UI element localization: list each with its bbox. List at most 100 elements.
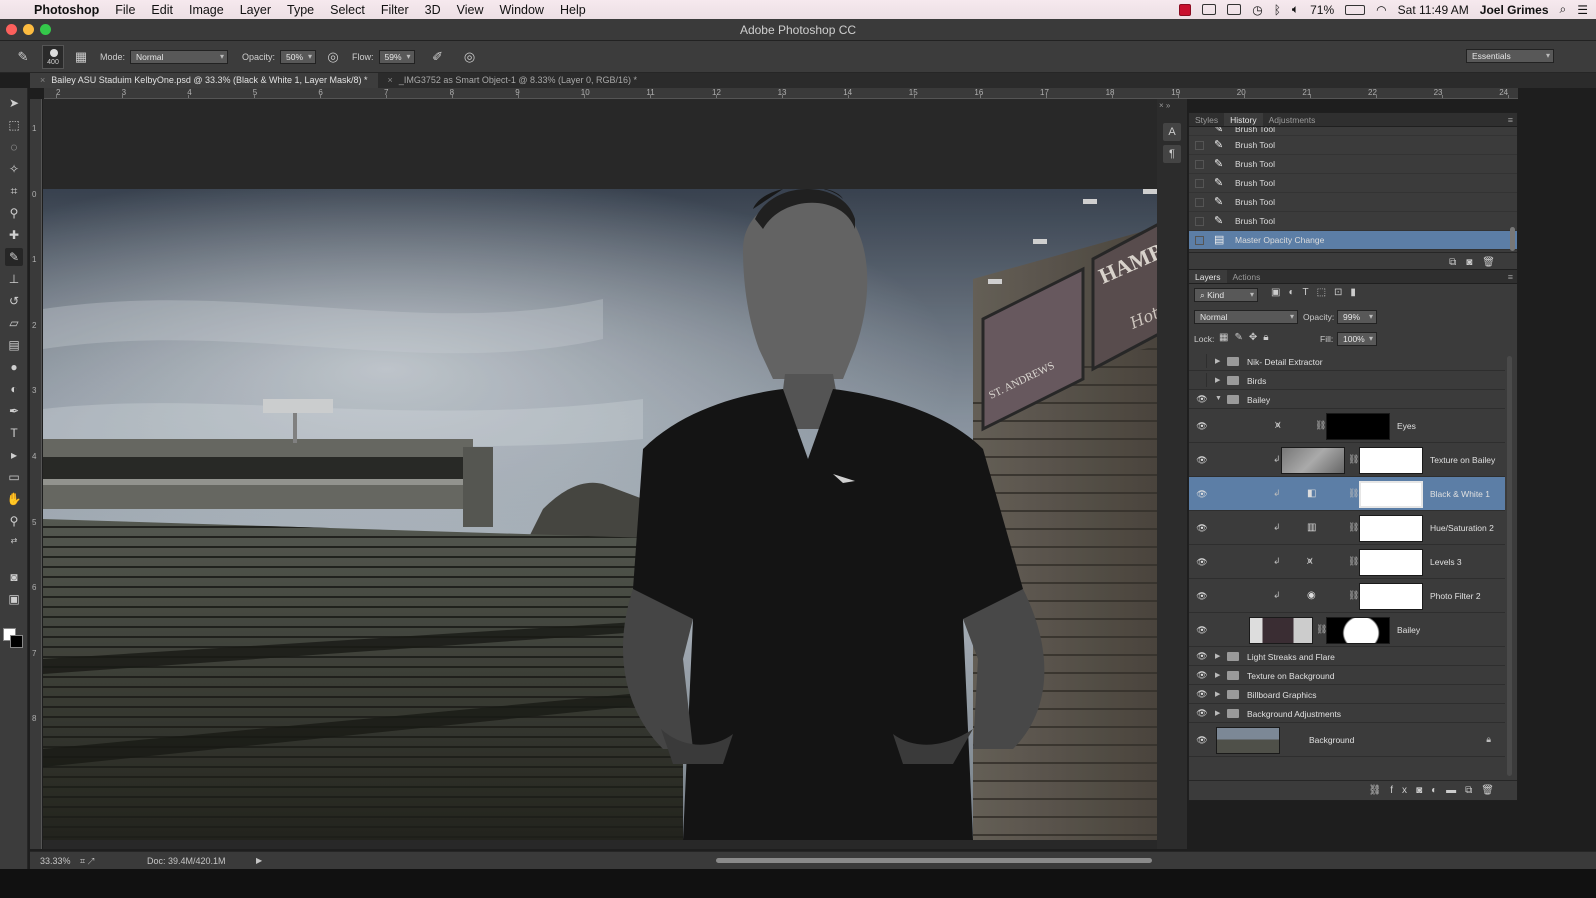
layer-style-icon[interactable]: fx [1390, 785, 1416, 796]
eye-icon[interactable]: 👁︎ [1195, 455, 1209, 466]
link-icon[interactable]: ⛓︎ [1348, 454, 1359, 465]
close-tab-icon[interactable]: × [40, 75, 45, 85]
link-icon[interactable]: ⛓︎ [1348, 488, 1359, 499]
menu-type[interactable]: Type [279, 3, 322, 17]
menu-app[interactable]: Photoshop [34, 3, 107, 17]
user-name[interactable]: Joel Grimes [1480, 3, 1549, 17]
brush-preset-picker[interactable]: 400 [42, 44, 64, 69]
background-color-swatch[interactable] [10, 635, 23, 648]
layer-mask-thumbnail[interactable] [1359, 583, 1423, 610]
paragraph-panel-icon[interactable]: ¶ [1163, 145, 1181, 163]
visibility-toggle-off[interactable] [1193, 354, 1207, 368]
minimize-window-button[interactable] [23, 24, 34, 35]
brush-tool-preset-icon[interactable]: ✎ [14, 48, 32, 66]
layer-thumbnail[interactable] [1216, 727, 1280, 754]
eye-icon[interactable]: 👁︎ [1195, 651, 1209, 662]
opacity-field[interactable]: 50% [280, 49, 317, 64]
layer-thumbnail[interactable] [1281, 447, 1345, 474]
eye-icon[interactable]: 👁︎ [1195, 523, 1209, 534]
tab-bailey-document[interactable]: × Bailey ASU Staduim KelbyOne.psd @ 33.3%… [30, 73, 378, 88]
lasso-tool-icon[interactable]: ◌ [5, 138, 23, 156]
path-selection-tool-icon[interactable]: ▸ [5, 446, 23, 464]
display-icon[interactable] [1202, 4, 1217, 15]
expand-arrow-icon[interactable]: ▶ [1215, 709, 1220, 717]
visibility-toggle-off[interactable] [1193, 373, 1207, 387]
layer-group-background-adjustments[interactable]: 👁︎ ▶ Background Adjustments [1189, 704, 1505, 723]
brush-tool-icon[interactable]: ✎ [5, 248, 23, 266]
close-window-button[interactable] [6, 24, 17, 35]
link-icon[interactable]: ⛓︎ [1348, 590, 1359, 601]
tab-styles[interactable]: Styles [1189, 113, 1224, 126]
new-layer-icon[interactable]: ⧉ [1465, 785, 1481, 796]
gradient-tool-icon[interactable]: ▤ [5, 336, 23, 354]
layer-mask-thumbnail[interactable] [1359, 549, 1423, 576]
quick-mask-icon[interactable]: ◙ [5, 568, 23, 586]
eye-icon[interactable]: 👁︎ [1195, 489, 1209, 500]
tab-adjustments[interactable]: Adjustments [1263, 113, 1322, 126]
brush-panel-toggle-icon[interactable]: ▦ [72, 48, 90, 66]
delete-layer-icon[interactable]: 🗑︎ [1481, 785, 1503, 796]
layer-bailey[interactable]: 👁︎ ⛓︎ Bailey [1189, 613, 1505, 647]
quick-selection-tool-icon[interactable]: ✧ [5, 160, 23, 178]
expand-arrow-icon[interactable]: ▶ [1215, 357, 1220, 365]
screen-mode-icon[interactable]: ▣ [5, 590, 23, 608]
delete-state-icon[interactable]: 🗑︎ [1482, 257, 1505, 268]
link-layers-icon[interactable]: ⛓︎ [1369, 785, 1391, 796]
tab-smart-object[interactable]: × _IMG3752 as Smart Object-1 @ 8.33% (Lay… [378, 73, 648, 88]
snapshot-checkbox[interactable] [1195, 141, 1204, 150]
layer-levels-3[interactable]: 👁︎ ↲ ⩙ ⛓︎ Levels 3 [1189, 545, 1505, 579]
layer-mask-thumbnail[interactable] [1359, 481, 1423, 508]
eye-icon[interactable]: 👁︎ [1195, 689, 1209, 700]
layer-mask-thumbnail[interactable] [1326, 413, 1390, 440]
document-canvas[interactable]: HAMB Hot & ST. ANDREWS [43, 189, 1187, 840]
notification-center-icon[interactable]: ☰ [1577, 3, 1588, 17]
fill-field[interactable]: 100% [1337, 332, 1377, 346]
horizontal-ruler[interactable]: 2 3 4 5 6 7 8 9 10 11 12 13 14 15 16 17 18 19 20 21 22 23 24 [44, 88, 1518, 99]
airbrush-icon[interactable]: ✐ [429, 48, 447, 66]
time-machine-icon[interactable]: ◷ [1252, 3, 1262, 17]
layer-photo-filter-2[interactable]: 👁︎ ↲ ◉ ⛓︎ Photo Filter 2 [1189, 579, 1505, 613]
layer-opacity-field[interactable]: 99% [1337, 310, 1377, 324]
eye-icon[interactable]: 👁︎ [1195, 708, 1209, 719]
layer-black-and-white-1[interactable]: 👁︎ ↲ ◧ ⛓︎ Black & White 1 [1189, 477, 1505, 511]
character-panel-icon[interactable]: A [1163, 123, 1181, 141]
collapse-dock-icon[interactable]: × » [1159, 101, 1170, 110]
layer-group-billboard-graphics[interactable]: 👁︎ ▶ Billboard Graphics [1189, 685, 1505, 704]
close-tab-icon[interactable]: × [388, 75, 393, 85]
battery-icon[interactable] [1345, 4, 1366, 15]
tab-layers[interactable]: Layers [1189, 270, 1227, 283]
bluetooth-icon[interactable]: ᛒ [1274, 3, 1281, 17]
layer-mask-thumbnail[interactable] [1326, 617, 1390, 644]
new-group-icon[interactable]: ▬ [1446, 785, 1465, 796]
eye-icon[interactable]: 👁︎ [1195, 625, 1209, 636]
layer-group-nik-detail-extractor[interactable]: ▶ Nik- Detail Extractor [1189, 352, 1505, 371]
status-icons[interactable]: ⌗ ↗ [80, 852, 95, 870]
lock-icons[interactable]: ▦✎✥🔒︎ [1219, 332, 1275, 343]
eye-icon[interactable]: 👁︎ [1195, 557, 1209, 568]
link-icon[interactable]: ⛓︎ [1348, 556, 1359, 567]
eraser-tool-icon[interactable]: ▱ [5, 314, 23, 332]
clock[interactable]: Sat 11:49 AM [1398, 3, 1469, 17]
menu-layer[interactable]: Layer [232, 3, 279, 17]
vertical-ruler[interactable]: 1 0 1 2 3 4 5 6 7 8 [30, 99, 42, 849]
tab-actions[interactable]: Actions [1227, 270, 1267, 283]
menu-3d[interactable]: 3D [417, 3, 449, 17]
menu-help[interactable]: Help [552, 3, 594, 17]
wifi-icon[interactable]: ◠ [1376, 3, 1386, 17]
expand-arrow-icon[interactable]: ▶ [1215, 671, 1220, 679]
pressure-opacity-icon[interactable]: ◎ [324, 48, 342, 66]
history-item[interactable]: ✎ Brush Tool [1189, 212, 1517, 231]
snapshot-checkbox[interactable] [1195, 198, 1204, 207]
default-colors-icon[interactable]: ⇄ [5, 532, 23, 550]
layer-background[interactable]: 👁︎ Background 🔒︎ [1189, 723, 1505, 757]
history-brush-tool-icon[interactable]: ↺ [5, 292, 23, 310]
tab-history[interactable]: History [1224, 113, 1263, 126]
zoom-tool-icon[interactable]: ⚲ [5, 512, 23, 530]
menu-window[interactable]: Window [492, 3, 552, 17]
layer-hue-saturation-2[interactable]: 👁︎ ↲ ▥ ⛓︎ Hue/Saturation 2 [1189, 511, 1505, 545]
expand-arrow-icon[interactable]: ▶ [1215, 652, 1220, 660]
airplay-icon[interactable] [1227, 4, 1242, 15]
new-adjustment-layer-icon[interactable]: ◐ [1431, 785, 1446, 796]
eye-icon[interactable]: 👁︎ [1195, 421, 1209, 432]
eye-icon[interactable]: 👁︎ [1195, 591, 1209, 602]
